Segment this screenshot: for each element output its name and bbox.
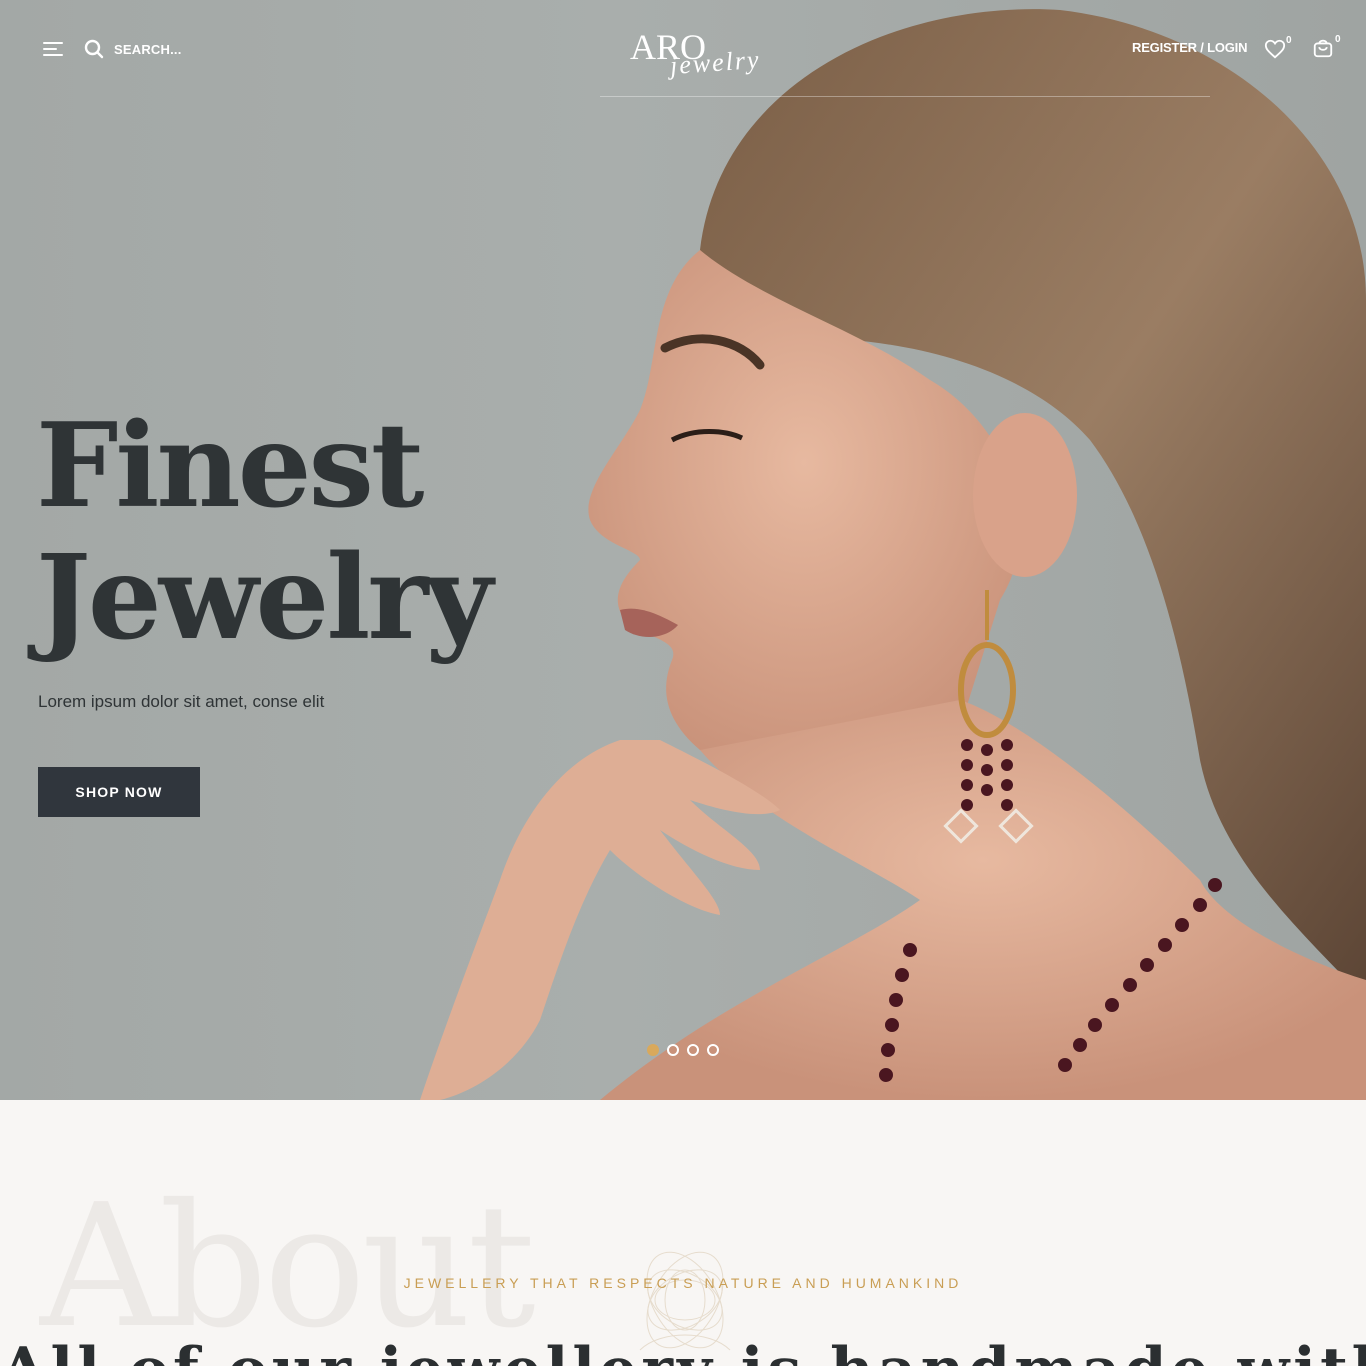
about-heading: All of our jewellery is handmade with [0, 1335, 1366, 1366]
hero-section: SEARCH... ARO jewelry REGISTER / LOGIN 0… [0, 0, 1366, 1100]
search-input[interactable]: SEARCH... [84, 38, 182, 60]
slider-dot-3[interactable] [687, 1044, 699, 1056]
about-section: About JEWELLERY THAT RESPECTS NATURE AND… [0, 1100, 1366, 1366]
header-divider [600, 96, 1210, 97]
site-header: SEARCH... ARO jewelry REGISTER / LOGIN 0… [0, 0, 1366, 98]
heart-icon [1264, 39, 1286, 59]
about-kicker: JEWELLERY THAT RESPECTS NATURE AND HUMAN… [403, 1275, 963, 1291]
wishlist-count: 0 [1286, 35, 1292, 46]
hero-title-line2: Jewelry [36, 530, 493, 666]
slider-dots [647, 1044, 719, 1056]
slider-dot-4[interactable] [707, 1044, 719, 1056]
logo-script-text: jewelry [669, 44, 762, 81]
search-icon [84, 39, 104, 59]
site-logo[interactable]: ARO jewelry [630, 26, 761, 82]
cart-count: 0 [1335, 34, 1341, 45]
shopping-bag-icon [1313, 39, 1333, 58]
about-background-word: About [40, 1168, 536, 1366]
shop-now-button[interactable]: SHOP NOW [38, 767, 200, 817]
slider-dot-2[interactable] [667, 1044, 679, 1056]
register-login-link[interactable]: REGISTER / LOGIN [1132, 40, 1247, 55]
menu-icon[interactable] [43, 40, 63, 58]
slider-dot-1[interactable] [647, 1044, 659, 1056]
wishlist-button[interactable]: 0 [1264, 35, 1292, 62]
search-placeholder: SEARCH... [114, 41, 182, 57]
hero-title-line1: Finest [36, 398, 424, 534]
cart-button[interactable]: 0 [1312, 34, 1341, 61]
hero-title: Finest Jewelry [36, 398, 493, 666]
hero-subtitle: Lorem ipsum dolor sit amet, conse elit [38, 692, 325, 711]
